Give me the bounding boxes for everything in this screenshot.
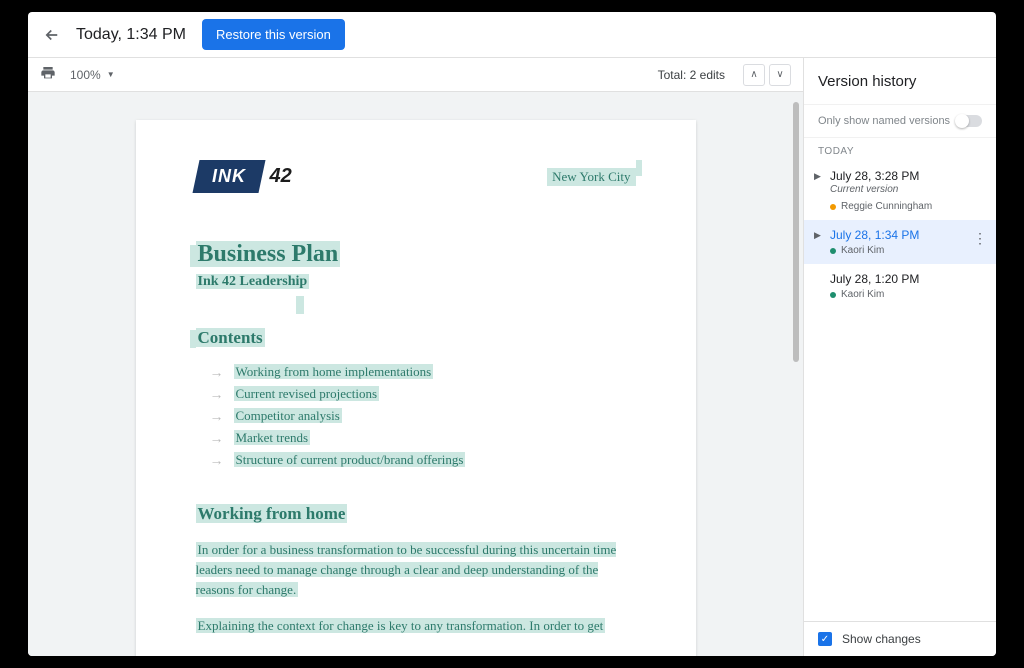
document-page: INK 42 New York City Business Plan [136,120,696,656]
version-timestamp-title: Today, 1:34 PM [76,26,186,44]
document-canvas[interactable]: INK 42 New York City Business Plan [28,92,803,656]
version-time: July 28, 1:34 PM [830,228,982,242]
user-color-dot [830,292,836,298]
logo-text-42: 42 [270,165,292,188]
arrow-right-icon: → [210,408,224,424]
version-more-menu[interactable]: ⋮ [973,230,986,247]
edits-count: Total: 2 edits [658,68,725,82]
show-changes-checkbox[interactable]: ✓ [818,632,832,646]
print-button[interactable] [40,65,56,84]
version-user: Kaori Kim [830,245,982,256]
contents-heading: Contents [196,328,636,348]
chevron-down-icon: ▼ [107,70,115,79]
back-button[interactable] [40,23,64,47]
document-title: Business Plan [196,241,636,268]
arrow-right-icon: → [210,386,224,402]
version-history-title: Version history [804,58,996,104]
user-color-dot [830,204,836,210]
arrow-right-icon: → [210,452,224,468]
logo-text-ink: INK [212,166,246,187]
document-logo: INK 42 [196,160,292,193]
document-subtitle: Ink 42 Leadership [196,274,636,290]
arrow-right-icon: → [210,430,224,446]
caret-right-icon: ▶ [814,171,821,182]
version-time: July 28, 1:20 PM [830,272,982,286]
scrollbar-thumb[interactable] [793,102,799,362]
table-of-contents: →Working from home implementations →Curr… [210,364,636,468]
arrow-right-icon: → [210,364,224,380]
version-entry[interactable]: July 28, 1:20 PM Kaori Kim [804,264,996,308]
prev-edit-button[interactable]: ∧ [743,64,765,86]
restore-version-button[interactable]: Restore this version [202,19,345,50]
named-versions-label: Only show named versions [818,115,956,127]
document-location: New York City [547,168,635,186]
zoom-value: 100% [70,68,101,82]
body-paragraph: In order for a business transformation t… [196,540,636,600]
section-heading: Working from home [196,504,636,524]
user-color-dot [830,248,836,254]
version-user: Reggie Cunningham [830,201,982,212]
version-group-label: TODAY [804,138,996,161]
zoom-dropdown[interactable]: 100% ▼ [70,68,115,82]
version-user: Kaori Kim [830,289,982,300]
version-time: July 28, 3:28 PM [830,169,982,183]
named-versions-toggle[interactable] [956,115,982,127]
caret-right-icon: ▶ [814,230,821,241]
version-entry[interactable]: ▶ July 28, 1:34 PM Kaori Kim ⋮ [804,220,996,264]
body-paragraph: Explaining the context for change is key… [196,616,636,636]
next-edit-button[interactable]: ∨ [769,64,791,86]
show-changes-label: Show changes [842,632,921,646]
version-entry[interactable]: ▶ July 28, 3:28 PM Current version Reggi… [804,161,996,220]
version-sub: Current version [830,184,982,195]
